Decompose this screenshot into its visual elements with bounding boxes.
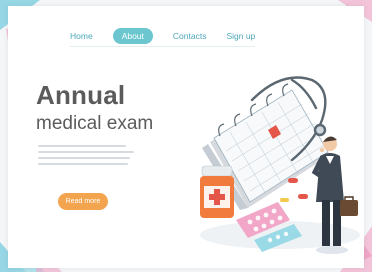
nav-contacts[interactable]: Contacts (173, 29, 207, 43)
hero-subtitle: medical exam (36, 113, 154, 134)
nav-home[interactable]: Home (70, 29, 93, 43)
hero-title: Annual (36, 80, 126, 110)
read-more-button[interactable]: Read more (58, 193, 108, 210)
nav-divider (70, 46, 255, 47)
nav-about[interactable]: About (112, 28, 153, 44)
pill-bottle-icon (200, 165, 234, 218)
top-nav: Home About Contacts Sign up (70, 26, 255, 46)
nav-sign-up[interactable]: Sign up (226, 29, 255, 43)
medical-illustration (200, 76, 360, 254)
hero-body-text-placeholder (38, 145, 138, 169)
